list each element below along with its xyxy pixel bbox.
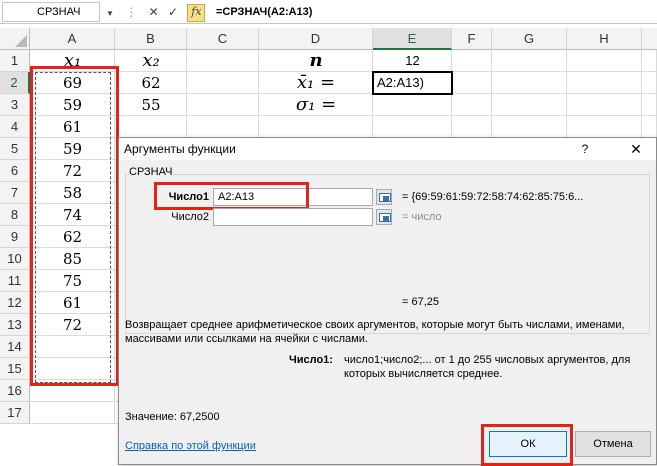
arg2-result: = число xyxy=(402,211,442,223)
grid-cell[interactable] xyxy=(567,50,642,72)
collapse-dialog-icon[interactable] xyxy=(376,209,392,225)
grid-cell[interactable] xyxy=(452,72,492,94)
column-header-c[interactable]: C xyxy=(187,28,259,50)
arg-help-label: Число1: xyxy=(289,354,333,366)
grid-cell[interactable] xyxy=(187,72,259,94)
grid-cell[interactable] xyxy=(452,116,492,138)
cell-d2[interactable]: x̄₁ = xyxy=(259,72,373,94)
cell-b3[interactable]: 55 xyxy=(115,94,187,116)
grid-cell[interactable] xyxy=(452,50,492,72)
grid-cell[interactable] xyxy=(187,94,259,116)
close-icon[interactable]: ✕ xyxy=(626,138,646,160)
highlight-range-a xyxy=(30,66,119,386)
column-header-next[interactable] xyxy=(642,28,657,50)
row-header-9[interactable]: 9 xyxy=(0,226,30,248)
row-header-16[interactable]: 16 xyxy=(0,380,30,402)
grid-cell[interactable] xyxy=(492,50,567,72)
row-header-2[interactable]: 2 xyxy=(0,72,30,94)
row-header-5[interactable]: 5 xyxy=(0,138,30,160)
grid-cell[interactable] xyxy=(642,116,657,138)
cell-d3[interactable]: σ₁ = xyxy=(259,94,373,116)
help-icon[interactable]: ? xyxy=(578,138,592,160)
name-box[interactable]: СРЗНАЧ xyxy=(2,2,100,22)
row-header-12[interactable]: 12 xyxy=(0,292,30,314)
grid-cell[interactable] xyxy=(567,72,642,94)
grid-cell[interactable] xyxy=(642,94,657,116)
formula-input[interactable]: =СРЗНАЧ(A2:A13) xyxy=(216,2,516,22)
dropdown-arrow-icon[interactable]: ▼ xyxy=(106,4,114,24)
cell-e1[interactable]: 12 xyxy=(373,50,452,72)
grid-cell[interactable] xyxy=(642,50,657,72)
cancel-entry-icon[interactable]: ✕ xyxy=(149,2,159,22)
column-header-g[interactable]: G xyxy=(492,28,567,50)
column-header-d[interactable]: D xyxy=(259,28,373,50)
column-header-a[interactable]: A xyxy=(30,28,115,50)
arg-help-text: число1;число2;... от 1 до 255 числовых а… xyxy=(344,354,631,380)
arg2-input[interactable] xyxy=(213,208,373,226)
separator-dots-icon: ⋮ xyxy=(125,5,138,19)
value-text: Значение: 67,2500 xyxy=(125,411,220,423)
cell-d1[interactable]: n xyxy=(259,50,373,72)
grid-cell[interactable] xyxy=(373,116,452,138)
cell-e2-editing[interactable]: A2:A13) xyxy=(372,71,453,95)
row-header-14[interactable]: 14 xyxy=(0,336,30,358)
grid-cell[interactable] xyxy=(567,94,642,116)
grid-cell[interactable] xyxy=(187,50,259,72)
dialog-title: Аргументы функции xyxy=(119,138,656,160)
collapse-dialog-icon[interactable] xyxy=(376,189,392,205)
grid-cell[interactable] xyxy=(187,116,259,138)
grid-cell[interactable] xyxy=(373,94,452,116)
select-all-corner[interactable] xyxy=(0,28,30,50)
grid-cell[interactable] xyxy=(642,72,657,94)
row-header-17[interactable]: 17 xyxy=(0,402,30,424)
help-link[interactable]: Справка по этой функции xyxy=(125,440,256,452)
grid-cell[interactable] xyxy=(115,116,187,138)
grid-cell[interactable] xyxy=(30,402,115,424)
grid-cell[interactable] xyxy=(567,116,642,138)
column-header-f[interactable]: F xyxy=(452,28,492,50)
column-header-h[interactable]: H xyxy=(567,28,642,50)
row-header-8[interactable]: 8 xyxy=(0,204,30,226)
formula-bar-controls: ▼ ⋮ ✕ ✓ fx xyxy=(104,2,214,22)
highlight-ok xyxy=(481,424,573,466)
grid-cell[interactable] xyxy=(492,72,567,94)
cell-b2[interactable]: 62 xyxy=(115,72,187,94)
row-header-1[interactable]: 1 xyxy=(0,50,30,72)
grid-cell[interactable] xyxy=(452,94,492,116)
cell-b1[interactable]: x₂ xyxy=(115,50,187,72)
grid-cell[interactable] xyxy=(492,116,567,138)
function-arguments-dialog: Аргументы функции ? ✕ СРЗНАЧ Число1 A2:A… xyxy=(118,137,657,466)
row-header-6[interactable]: 6 xyxy=(0,160,30,182)
function-result: = 67,25 xyxy=(402,296,440,308)
formula-bar: СРЗНАЧ ▼ ⋮ ✕ ✓ fx =СРЗНАЧ(A2:A13) xyxy=(0,0,657,24)
row-header-4[interactable]: 4 xyxy=(0,116,30,138)
arg1-result: = {69:59:61:59:72:58:74:62:85:75:6... xyxy=(402,191,584,203)
grid-cell[interactable] xyxy=(259,116,373,138)
row-header-3[interactable]: 3 xyxy=(0,94,30,116)
insert-function-icon[interactable]: fx xyxy=(187,3,206,22)
row-header-15[interactable]: 15 xyxy=(0,358,30,380)
cancel-button[interactable]: Отмена xyxy=(575,431,651,457)
function-description: Возвращает среднее арифметическое своих … xyxy=(125,319,625,345)
highlight-arg1 xyxy=(154,182,309,210)
column-header-b[interactable]: B xyxy=(115,28,187,50)
confirm-entry-icon[interactable]: ✓ xyxy=(168,2,178,22)
row-header-10[interactable]: 10 xyxy=(0,248,30,270)
row-header-11[interactable]: 11 xyxy=(0,270,30,292)
function-name-label: СРЗНАЧ xyxy=(127,166,175,178)
grid-cell[interactable] xyxy=(492,94,567,116)
row-header-13[interactable]: 13 xyxy=(0,314,30,336)
column-header-e[interactable]: E xyxy=(373,28,452,50)
arg2-label: Число2 xyxy=(171,211,209,223)
row-header-7[interactable]: 7 xyxy=(0,182,30,204)
